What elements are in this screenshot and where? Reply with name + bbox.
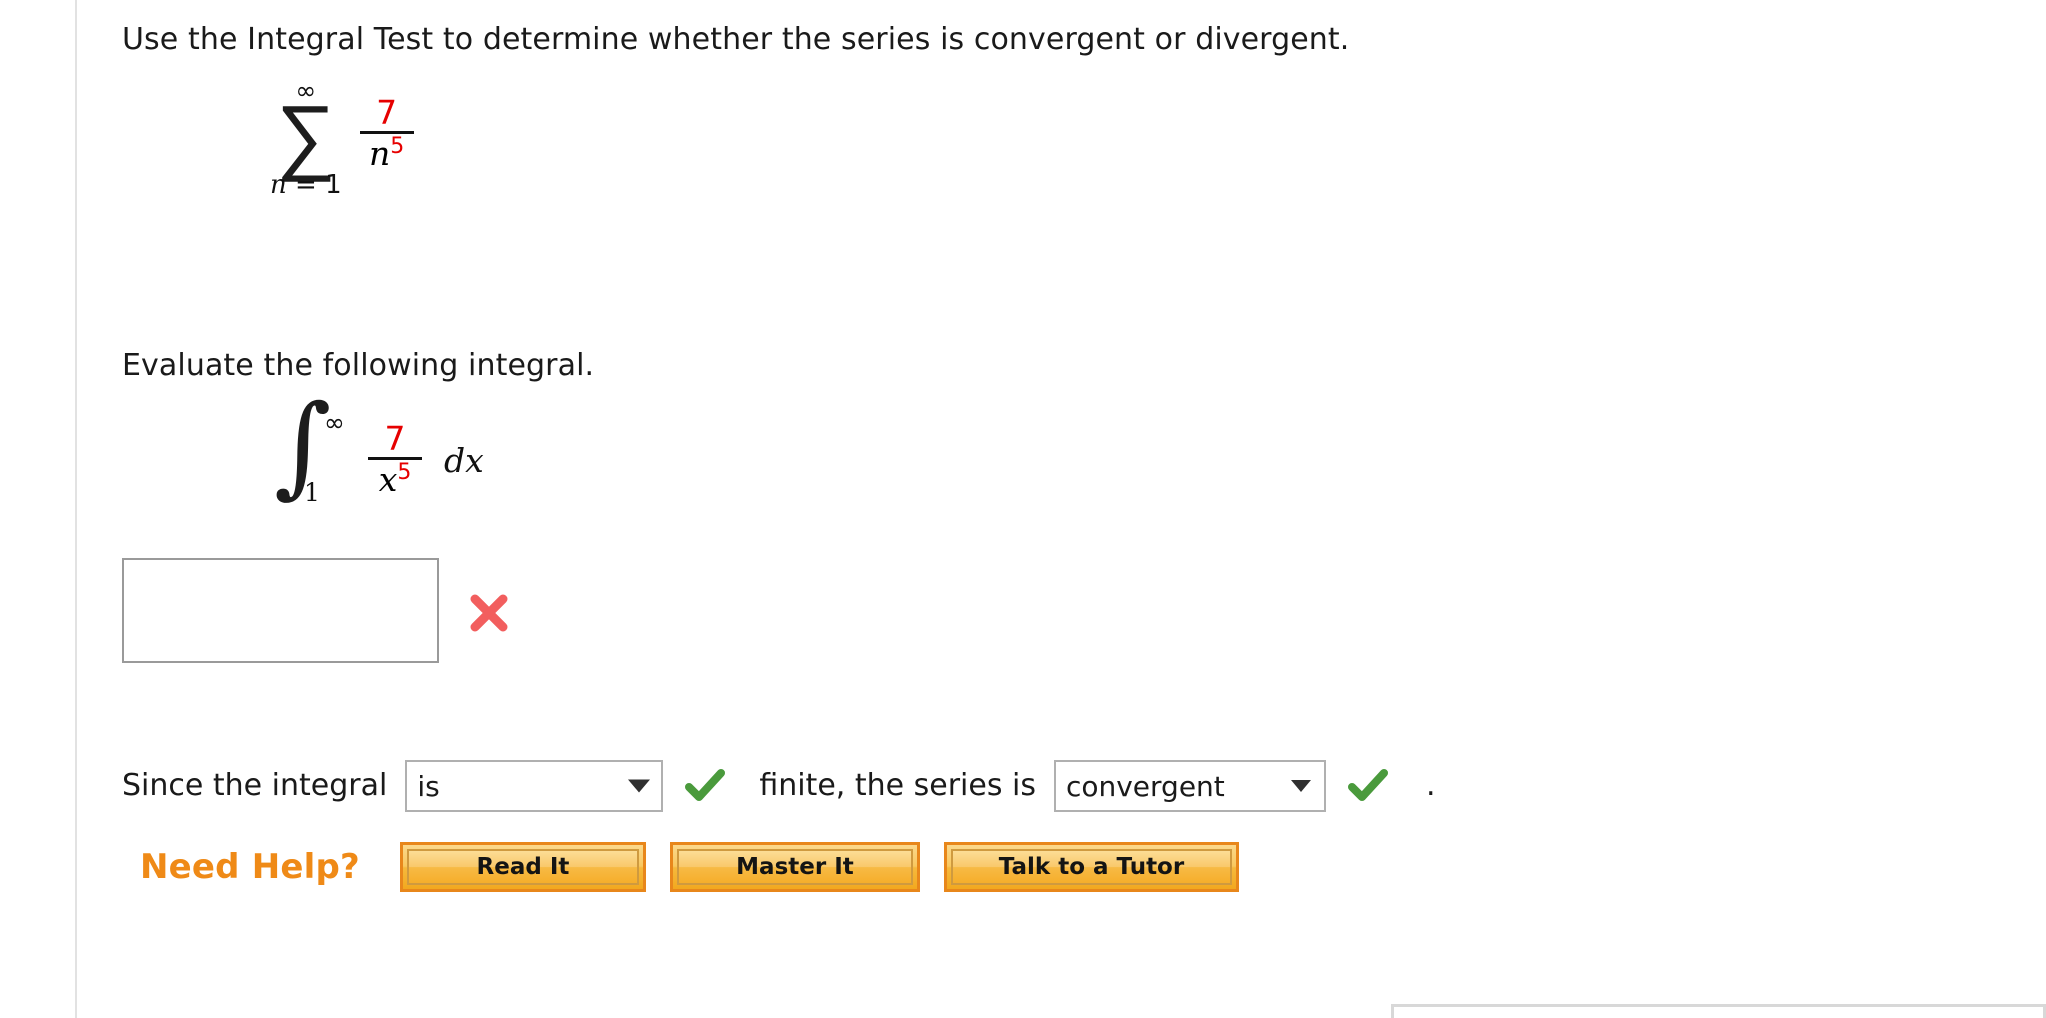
chevron-down-icon: [1290, 780, 1311, 792]
green-check-correct-icon-integral: [685, 769, 726, 801]
need-help-row: Need Help? Read It Master It Talk to a T…: [140, 842, 1239, 892]
summation-equals: =: [286, 170, 326, 201]
red-x-incorrect-icon: [470, 594, 508, 631]
series-denominator-exponent: 5: [390, 134, 405, 159]
conclusion-period: .: [1425, 768, 1436, 803]
series-state-dropdown-value: convergent: [1065, 769, 1225, 803]
need-help-label: Need Help?: [140, 847, 360, 887]
series-expression: ∞ ∑ n = 1 7 n5: [270, 78, 414, 198]
master-it-button-label: Master It: [676, 849, 913, 885]
integral-state-dropdown[interactable]: is: [405, 760, 664, 812]
bottom-partial-panel: [1391, 1004, 2046, 1018]
talk-to-a-tutor-button-label: Talk to a Tutor: [950, 849, 1232, 885]
integral-upper-limit: ∞: [324, 408, 345, 437]
chevron-down-icon: [628, 779, 651, 793]
summation-lower-limit: n = 1: [270, 172, 342, 198]
read-it-button-label: Read It: [406, 849, 639, 885]
integral-state-dropdown-value: is: [417, 769, 440, 803]
green-check-correct-icon-series: [1347, 769, 1388, 801]
talk-to-a-tutor-button[interactable]: Talk to a Tutor: [943, 842, 1239, 892]
series-fraction: 7 n5: [359, 93, 414, 173]
integral-denominator-base: x: [378, 460, 398, 499]
master-it-button[interactable]: Master It: [669, 842, 920, 892]
summation-operator: ∞ ∑ n = 1: [270, 78, 342, 198]
differential-dx: dx: [444, 440, 484, 480]
question-prompt: Use the Integral Test to determine wheth…: [122, 22, 1350, 57]
integral-sign-icon: ∫: [274, 381, 332, 509]
summation-start-value: 1: [325, 170, 342, 201]
integral-fraction: 7 x5: [368, 422, 422, 496]
integral-lower-limit: 1: [304, 478, 320, 507]
integral-numerator: 7: [384, 419, 406, 458]
answer-row: [122, 558, 511, 663]
integral-answer-input[interactable]: [122, 558, 439, 663]
series-numerator: 7: [376, 93, 398, 132]
series-state-dropdown[interactable]: convergent: [1053, 760, 1326, 812]
evaluate-prompt: Evaluate the following integral.: [122, 348, 595, 383]
integral-denominator: x5: [371, 460, 420, 499]
integral-expression: ∫ ∞ 1 7 x5 dx: [274, 390, 484, 518]
summation-index: n: [270, 170, 287, 201]
read-it-button[interactable]: Read It: [399, 842, 646, 892]
integral-operator: ∫ ∞ 1: [274, 390, 360, 514]
question-content: Use the Integral Test to determine wheth…: [122, 0, 2022, 1018]
integral-denominator-exponent: 5: [397, 460, 412, 485]
conclusion-middle-text: finite, the series is: [759, 768, 1036, 803]
conclusion-lead-text: Since the integral: [122, 768, 388, 803]
left-margin-rule: [75, 0, 77, 1018]
series-denominator: n5: [361, 134, 412, 173]
series-denominator-base: n: [368, 134, 391, 173]
sigma-icon: ∑: [275, 85, 336, 184]
conclusion-row: Since the integral is finite, the series…: [122, 760, 1436, 812]
